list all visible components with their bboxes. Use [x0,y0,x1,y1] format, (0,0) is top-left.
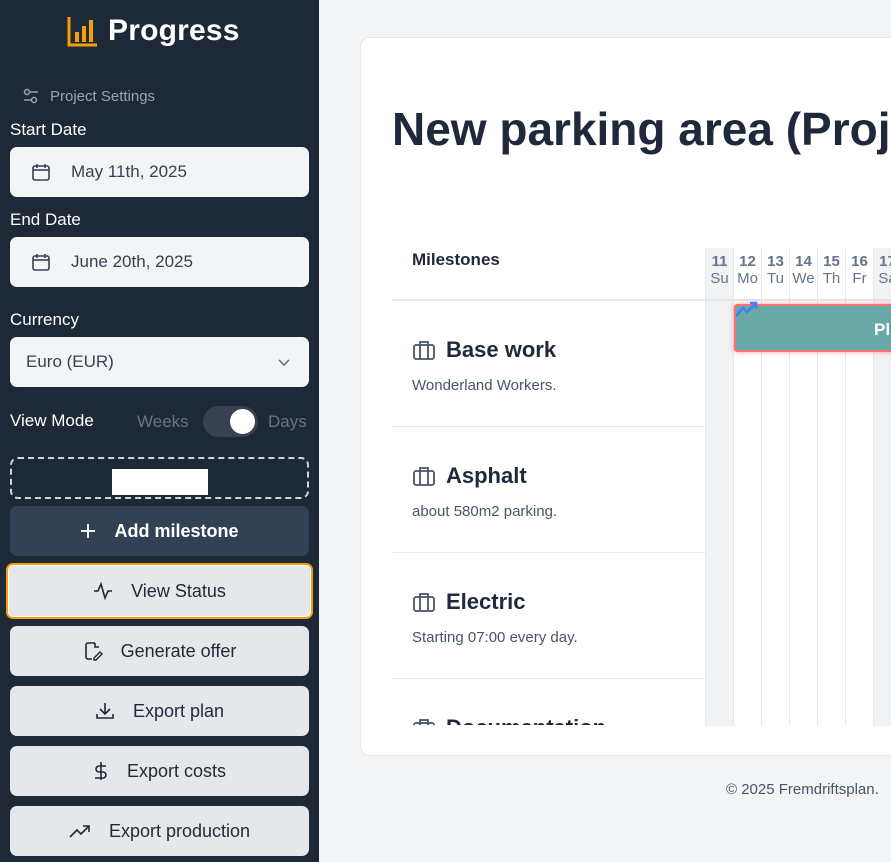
calendar-icon [32,164,50,181]
day-name: Fr [852,270,867,287]
drop-zone-placeholder [112,469,208,495]
day-name: Sa [878,270,891,287]
dollar-icon [94,762,107,780]
page-title: New parking area (Proj [392,103,891,155]
day-name: Tu [767,270,784,287]
day-number: 16 [851,253,868,270]
toggle-knob [230,409,255,434]
day-number: 12 [739,253,756,270]
milestone-description: Starting 07:00 every day. [412,629,578,646]
day-name: Su [710,270,729,287]
day-name: Th [822,270,841,287]
milestone-name: Base work [446,337,557,362]
milestone-title: Documentation [412,715,606,725]
end-date-picker[interactable]: June 20th, 2025 [10,237,309,287]
view-status-label: View Status [131,580,226,601]
project-settings-heading: Project Settings [22,87,155,105]
view-mode-weeks-label: Weeks [137,412,189,431]
brand: Progress [66,14,240,48]
export-plan-label: Export plan [132,700,225,721]
end-date-label: End Date [10,210,81,229]
day-column: 11 Su [705,248,733,726]
briefcase-icon [413,719,435,725]
currency-label: Currency [10,310,79,329]
milestone-row[interactable]: Base work Wonderland Workers. [392,301,705,427]
trending-up-icon [69,825,90,838]
milestone-title: Electric [412,589,526,615]
export-production-label: Export production [108,820,251,841]
end-date-value: June 20th, 2025 [71,252,193,271]
milestone-row[interactable]: Electric Starting 07:00 every day. [392,553,705,679]
sliders-icon [23,88,38,104]
start-date-label: Start Date [10,120,87,139]
export-production-button[interactable]: Export production [10,806,309,856]
brand-title: Progress [108,14,240,47]
generate-offer-label: Generate offer [120,640,237,661]
day-number: 13 [767,253,784,270]
milestone-name: Documentation [446,715,606,725]
plus-icon [81,524,96,538]
footer-copyright: © 2025 Fremdriftsplan. [726,781,879,798]
project-settings-label: Project Settings [50,87,156,105]
add-milestone-button[interactable]: Add milestone [10,506,309,556]
view-mode-toggle[interactable] [203,406,258,437]
view-mode-label: View Mode [10,411,94,430]
start-date-picker[interactable]: May 11th, 2025 [10,147,309,197]
gantt-bar[interactable]: Pl [734,301,891,352]
chevron-down-icon [278,359,290,367]
generate-offer-button[interactable]: Generate offer [10,626,309,676]
briefcase-icon [413,341,435,360]
bar-chart-icon [67,17,97,47]
milestone-title: Base work [412,337,556,363]
gantt-bar-label: Pl [874,320,891,339]
view-status-button[interactable]: View Status [6,563,313,619]
file-edit-icon [84,642,103,661]
day-number: 14 [795,253,812,270]
milestone-description: about 580m2 parking. [412,503,558,520]
currency-select[interactable]: Euro (EUR) [10,337,309,387]
milestone-name: Electric [446,589,526,614]
milestones-header: Milestones [412,250,500,269]
day-number: 15 [823,253,840,270]
export-costs-button[interactable]: Export costs [10,746,309,796]
currency-value: Euro (EUR) [26,352,114,371]
drop-zone[interactable] [10,457,309,499]
download-icon [96,703,114,719]
start-date-value: May 11th, 2025 [71,162,187,181]
day-number: 17 [879,253,891,270]
project-card: New parking area (Proj Milestones 11 Su 12… [360,37,891,756]
milestone-name: Asphalt [446,463,527,488]
milestone-row[interactable]: Asphalt about 580m2 parking. [392,427,705,553]
export-costs-label: Export costs [126,760,227,781]
milestone-row[interactable]: Documentation [392,679,705,725]
activity-icon [94,582,113,600]
sidebar: Progress Project Settings Start Date May… [0,0,319,862]
milestone-description: Wonderland Workers. [412,377,557,394]
day-number: 11 [711,253,728,270]
calendar-icon [32,254,50,271]
view-mode-days-label: Days [268,412,307,431]
trending-up-icon [735,301,758,317]
briefcase-icon [413,467,435,486]
day-name: We [792,270,815,287]
milestone-title: Asphalt [412,463,527,489]
add-milestone-label: Add milestone [114,520,239,541]
briefcase-icon [413,593,435,612]
day-name: Mo [737,270,758,287]
export-plan-button[interactable]: Export plan [10,686,309,736]
